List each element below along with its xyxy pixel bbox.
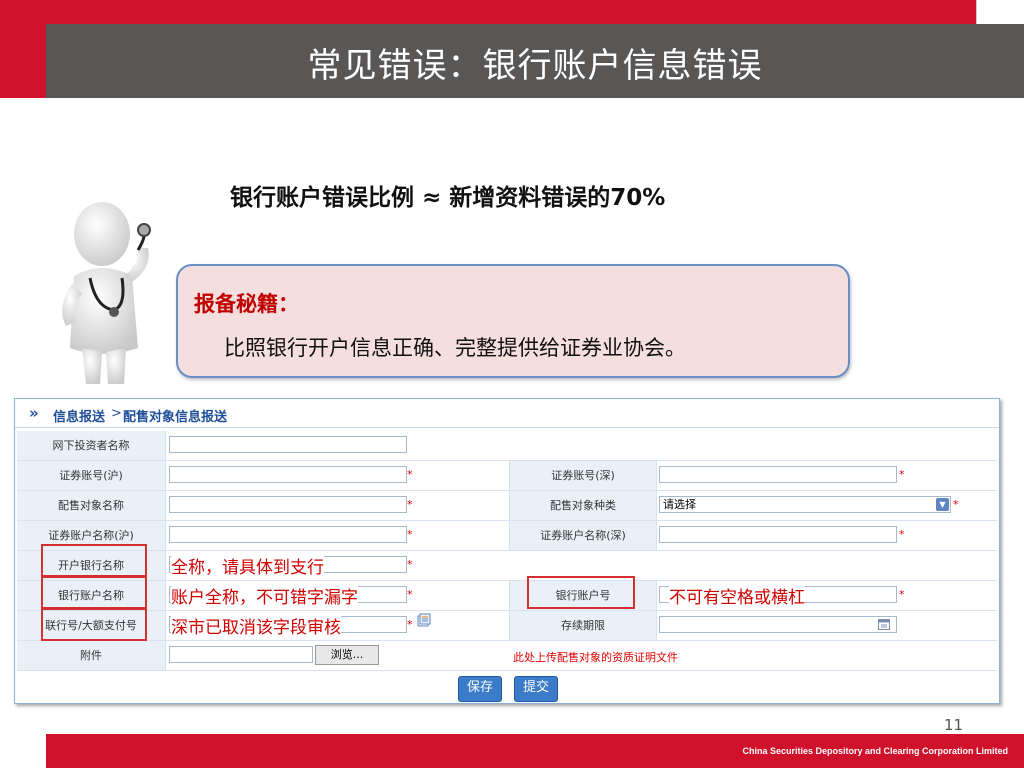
doctor-figure-icon: [62, 202, 151, 384]
target-type-select-value: 请选择: [663, 498, 696, 511]
attachment-label: 附件: [17, 641, 166, 670]
breadcrumb: » 信息报送 > 配售对象信息报送: [15, 399, 999, 428]
investor-name-label: 网下投资者名称: [17, 431, 166, 460]
target-name-input[interactable]: [169, 496, 407, 513]
footer-company: China Securities Depository and Clearing…: [742, 746, 1008, 756]
required-mark: *: [407, 558, 413, 571]
top-left-red-block: [0, 0, 46, 98]
breadcrumb-separator: >: [111, 406, 122, 421]
form-row-target: 配售对象名称 * 配售对象种类 请选择 ▼ *: [17, 491, 997, 521]
double-chevron-right-icon: »: [29, 404, 39, 422]
tips-body: 比照银行开户信息正确、完整提供给证券业协会。: [224, 336, 686, 360]
allocation-target-form: » 信息报送 > 配售对象信息报送 网下投资者名称 证券账号(沪) * 证券账号…: [14, 398, 1000, 704]
breadcrumb-allocation-report[interactable]: 配售对象信息报送: [123, 406, 227, 425]
calendar-icon[interactable]: [878, 619, 890, 630]
required-mark: *: [407, 588, 413, 601]
account-name-sh-input[interactable]: [169, 526, 407, 543]
form-row-bank-account: 银行账户名称 账户全称，不可错字漏字 * 银行账户号 不可有空格或横杠 *: [17, 581, 997, 611]
bank-account-name-annotation: 账户全称，不可错字漏字: [171, 583, 358, 608]
form-row-attachment: 附件 浏览... 此处上传配售对象的资质证明文件: [17, 641, 997, 671]
title-bar: 常见错误：银行账户信息错误: [46, 24, 1024, 98]
tips-title: 报备秘籍：: [194, 292, 299, 316]
account-sz-input[interactable]: [659, 466, 897, 483]
lookup-icon[interactable]: [417, 613, 431, 627]
required-mark: *: [407, 498, 413, 511]
top-red-strip: [46, 0, 976, 24]
page-number: 11: [944, 716, 964, 734]
form-row-investor: 网下投资者名称: [17, 431, 997, 461]
form-row-clearing: 联行号/大额支付号 深市已取消该字段审核 * 存续期限: [17, 611, 997, 641]
account-sz-label: 证券账号(深): [509, 461, 657, 490]
browse-button[interactable]: 浏览...: [315, 645, 379, 665]
required-mark: *: [407, 468, 413, 481]
bank-account-no-annotation: 不可有空格或横杠: [669, 583, 805, 608]
required-mark: *: [899, 588, 905, 601]
form-row-accounts: 证券账号(沪) * 证券账号(深) *: [17, 461, 997, 491]
form-row-account-names: 证券账户名称(沪) * 证券账户名称(深) *: [17, 521, 997, 551]
required-mark: *: [407, 528, 413, 541]
save-button[interactable]: 保存: [458, 676, 502, 702]
attachment-file-input[interactable]: [169, 646, 313, 663]
footer-bar: China Securities Depository and Clearing…: [46, 734, 1024, 768]
slide-title: 常见错误：银行账户信息错误: [307, 46, 763, 86]
chevron-down-icon[interactable]: ▼: [936, 498, 949, 511]
target-type-select[interactable]: 请选择 ▼: [659, 496, 951, 513]
account-name-sz-input[interactable]: [659, 526, 897, 543]
required-mark: *: [407, 618, 413, 631]
headline: 银行账户错误比例 ≈ 新增资料错误的70%: [230, 185, 666, 211]
duration-input[interactable]: [659, 616, 897, 633]
highlight-clearing-no: [41, 608, 147, 641]
investor-name-input[interactable]: [169, 436, 407, 453]
required-mark: *: [953, 498, 959, 511]
highlight-bank-account-no: [527, 576, 635, 609]
breadcrumb-info-report[interactable]: 信息报送: [53, 406, 105, 425]
submit-button[interactable]: 提交: [514, 676, 558, 702]
required-mark: *: [899, 528, 905, 541]
top-right-corner: [976, 0, 1024, 24]
account-sh-input[interactable]: [169, 466, 407, 483]
form-row-bank-name: 开户银行名称 全称，请具体到支行 *: [17, 551, 997, 581]
target-name-label: 配售对象名称: [17, 491, 166, 520]
upload-hint: 此处上传配售对象的资质证明文件: [513, 651, 678, 664]
highlight-bank-account-name: [41, 576, 147, 609]
duration-label: 存续期限: [509, 611, 657, 640]
account-sh-label: 证券账号(沪): [17, 461, 166, 490]
clearing-no-annotation: 深市已取消该字段审核: [171, 613, 341, 638]
tips-box: 报备秘籍： 比照银行开户信息正确、完整提供给证券业协会。: [176, 264, 850, 378]
bank-name-annotation: 全称，请具体到支行: [171, 553, 324, 578]
required-mark: *: [899, 468, 905, 481]
account-name-sz-label: 证券账户名称(深): [509, 521, 657, 550]
target-type-label: 配售对象种类: [509, 491, 657, 520]
highlight-bank-name: [41, 544, 147, 577]
